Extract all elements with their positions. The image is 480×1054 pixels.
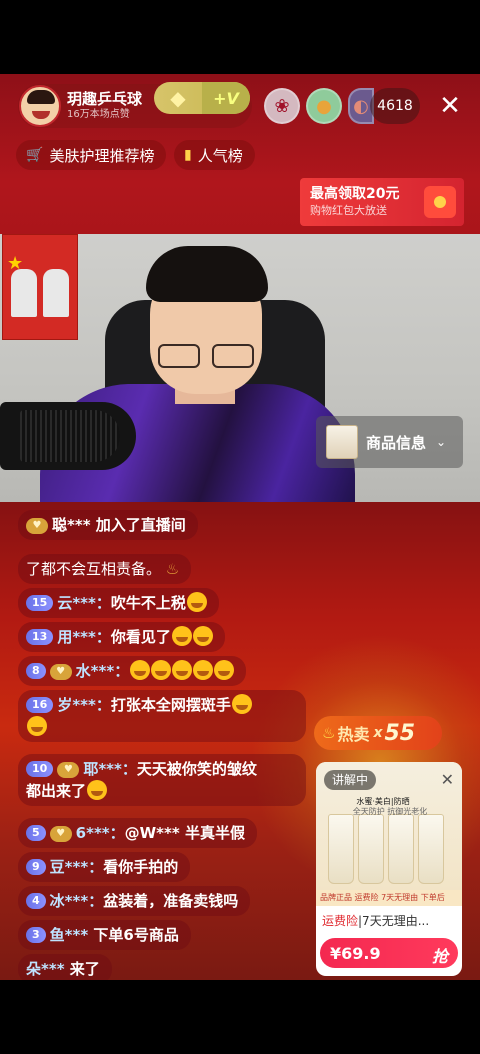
hot-sale-label: 热卖 bbox=[337, 725, 370, 744]
live-room-screen: ★ 商品信息 ⌄ 玥趣乒乓球 16万本场点赞 ◆ +V ❀ ● ◐ 4618 ✕… bbox=[0, 74, 480, 980]
hot-sale-badge[interactable]: ♨ 热卖 x 55 bbox=[314, 716, 442, 750]
beauty-rank-chip[interactable]: 🛒 美肤护理推荐榜 bbox=[16, 140, 167, 170]
chat-message: 8 ♥ 水***： bbox=[18, 656, 247, 686]
host-name: 玥趣乒乓球 bbox=[67, 90, 143, 108]
close-icon[interactable]: ✕ bbox=[441, 770, 454, 789]
viewer-avatar[interactable]: ● bbox=[306, 88, 342, 124]
diamond-icon: ◆ bbox=[170, 86, 186, 110]
level-badge: 8 bbox=[26, 663, 46, 679]
chat-message: 3 鱼*** 下单6号商品 bbox=[18, 920, 191, 950]
laugh-emoji-icon bbox=[171, 626, 192, 646]
chat-message: 10 ♥ 耶***：天天被你笑的皱纹 都出来了 bbox=[18, 754, 306, 806]
level-badge: 5 bbox=[26, 825, 46, 841]
arrival-notice: 朵*** 来了 bbox=[18, 954, 112, 980]
chat-message: 5 ♥ 6***：@W*** 半真半假 bbox=[18, 818, 257, 848]
chat-message: 15 云***：吹牛不上税 bbox=[18, 588, 219, 618]
beauty-rank-label: 美肤护理推荐榜 bbox=[49, 146, 155, 165]
cart-icon: 🛒 bbox=[26, 147, 44, 163]
fan-badge-icon: ♥ bbox=[49, 826, 72, 842]
red-envelope-icon bbox=[424, 186, 456, 218]
laugh-emoji-icon bbox=[27, 716, 47, 736]
popularity-rank-label: 人气榜 bbox=[197, 146, 243, 165]
product-tag: 全天防护 抗御光老化 bbox=[352, 807, 428, 816]
laugh-emoji-icon bbox=[130, 660, 151, 680]
level-badge: 4 bbox=[26, 893, 46, 909]
product-desc: 运费险|7天无理由... bbox=[322, 914, 430, 928]
service-strip: 品牌正品 运费险 7天无理由 下单后 bbox=[316, 890, 462, 906]
close-icon[interactable]: ✕ bbox=[436, 92, 464, 120]
level-badge: 9 bbox=[26, 859, 46, 875]
microphone bbox=[0, 402, 136, 470]
laugh-emoji-icon bbox=[186, 592, 207, 612]
bar-chart-icon: ▮ bbox=[184, 147, 192, 163]
top-viewers[interactable]: ❀ ● ◐ bbox=[264, 88, 374, 124]
fan-badge-icon: ♥ bbox=[57, 762, 80, 778]
laugh-emoji-icon bbox=[172, 660, 193, 680]
product-price: ¥69.9 bbox=[330, 943, 381, 963]
chat-message: 16 岁***：打张本全网摆斑手 bbox=[18, 690, 306, 742]
chevron-down-icon: ⌄ bbox=[436, 435, 447, 449]
red-packet-title: 最高领取20元 bbox=[310, 185, 400, 202]
glasses bbox=[158, 344, 258, 370]
wall-poster: ★ bbox=[2, 234, 78, 340]
level-badge: 10 bbox=[26, 761, 54, 777]
grin-emoji-icon bbox=[87, 780, 108, 800]
fire-icon: ♨ bbox=[322, 724, 336, 742]
laugh-emoji-icon bbox=[214, 660, 235, 680]
level-badge: 13 bbox=[26, 629, 54, 645]
laugh-emoji-icon bbox=[151, 660, 172, 680]
laugh-emoji-icon bbox=[192, 626, 213, 646]
laugh-emoji-icon bbox=[231, 694, 252, 714]
popularity-rank-chip[interactable]: ▮ 人气榜 bbox=[174, 140, 255, 170]
grab-label: 抢 bbox=[431, 947, 448, 966]
fan-badge-icon: ♥ bbox=[26, 518, 48, 534]
chat-message: 4 冰***：盆装着，准备卖钱吗 bbox=[18, 886, 251, 916]
laugh-emoji-icon bbox=[193, 660, 214, 680]
viewer-count[interactable]: 4618 bbox=[370, 88, 420, 124]
viewer-avatar[interactable]: ❀ bbox=[264, 88, 300, 124]
product-info-label: 商品信息 bbox=[366, 433, 427, 452]
gift-icon: ♨ bbox=[165, 560, 180, 578]
chat-message: 了都不会互相责备。 ♨ bbox=[18, 554, 192, 584]
level-badge: 15 bbox=[26, 595, 54, 611]
chat-message: 9 豆***：看你手拍的 bbox=[18, 852, 191, 882]
product-thumbnail bbox=[326, 425, 358, 459]
live-video[interactable]: ★ 商品信息 ⌄ bbox=[0, 234, 480, 502]
host-avatar[interactable] bbox=[19, 85, 61, 127]
red-packet-subtitle: 购物红包大放送 bbox=[310, 203, 387, 217]
level-badge: 3 bbox=[26, 927, 46, 943]
buy-button[interactable]: ¥69.9 抢 bbox=[320, 938, 458, 968]
red-packet-banner[interactable]: 最高领取20元 购物红包大放送 bbox=[300, 178, 464, 226]
level-badge: 16 bbox=[26, 697, 54, 713]
host-likes: 16万本场点赞 bbox=[67, 109, 130, 120]
product-info-button[interactable]: 商品信息 ⌄ bbox=[316, 416, 463, 468]
follow-badge[interactable]: ◆ +V bbox=[154, 82, 250, 114]
hot-sale-count: 55 bbox=[384, 720, 416, 746]
explaining-badge: 讲解中 bbox=[324, 770, 377, 790]
v-badge: +V bbox=[202, 82, 250, 114]
fan-badge-icon: ♥ bbox=[49, 664, 72, 680]
product-image[interactable]: 讲解中 ✕ 水蜜·美白|防晒 全天防护 抗御光老化 品牌正品 运费险 7天无理由… bbox=[316, 762, 462, 906]
product-card[interactable]: 讲解中 ✕ 水蜜·美白|防晒 全天防护 抗御光老化 品牌正品 运费险 7天无理由… bbox=[316, 762, 462, 976]
chat-message: 13 用***：你看见了 bbox=[18, 622, 225, 652]
join-notice: ♥ 聪*** 加入了直播间 bbox=[18, 510, 198, 540]
